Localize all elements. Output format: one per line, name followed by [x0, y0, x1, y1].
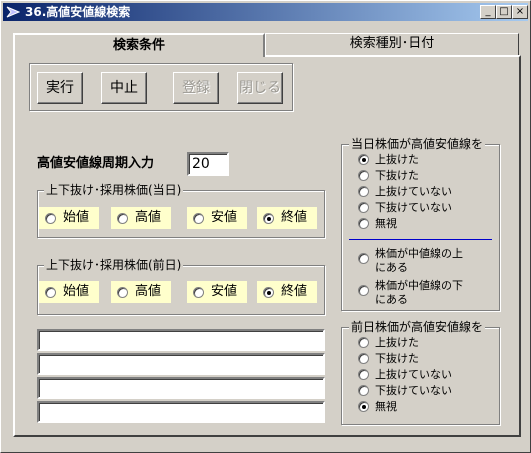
- today-price-radio-1[interactable]: [117, 213, 128, 224]
- register-button[interactable]: 登録: [173, 72, 219, 104]
- prev-line-radio-0[interactable]: [358, 337, 369, 348]
- memo-line-1[interactable]: [37, 329, 325, 351]
- midline-option-label[interactable]: にある: [375, 293, 408, 306]
- main-window: 36.高値安値線検索 _ □ × 検索条件 検索種別･日付 実行 中止 登録 閉…: [0, 0, 531, 453]
- prev-price-option-label: 始値: [63, 284, 90, 299]
- midline-radio-1[interactable]: [358, 285, 369, 296]
- today-price-option-1[interactable]: 高値: [111, 207, 171, 229]
- title-bar[interactable]: 36.高値安値線検索: [3, 3, 528, 21]
- prev-line-option-label[interactable]: 無視: [375, 400, 397, 413]
- prev-price-option-label: 終値: [281, 284, 308, 299]
- midline-option-label[interactable]: にある: [375, 261, 408, 274]
- memo-line-2[interactable]: [37, 353, 325, 375]
- today-line-radio-2[interactable]: [358, 186, 369, 197]
- prev-line-radio-3[interactable]: [358, 385, 369, 396]
- today-price-radio-2[interactable]: [193, 213, 204, 224]
- today-price-option-2[interactable]: 安値: [187, 207, 247, 229]
- midline-option-label[interactable]: 株価が中値線の下: [375, 279, 463, 292]
- prev-price-option-0[interactable]: 始値: [39, 281, 99, 303]
- midline-radio-0[interactable]: [358, 253, 369, 264]
- prev-line-legend: 前日株価が高値安値線を: [349, 320, 486, 334]
- today-price-option-label: 始値: [63, 210, 90, 225]
- prev-price-radio-2[interactable]: [193, 287, 204, 298]
- today-line-option-label[interactable]: 上抜けた: [375, 153, 419, 166]
- today-price-option-label: 終値: [281, 210, 308, 225]
- memo-line-4[interactable]: [37, 401, 325, 423]
- prev-price-option-2[interactable]: 安値: [187, 281, 247, 303]
- today-line-option-label[interactable]: 上抜けていない: [375, 185, 452, 198]
- window-title: 36.高値安値線検索: [25, 5, 131, 19]
- midline-option-label[interactable]: 株価が中値線の上: [375, 247, 463, 260]
- today-line-radio-3[interactable]: [358, 202, 369, 213]
- prev-line-radio-2[interactable]: [358, 369, 369, 380]
- maximize-button[interactable]: □: [496, 5, 512, 19]
- today-price-radio-0[interactable]: [45, 213, 56, 224]
- today-price-option-label: 高値: [135, 210, 162, 225]
- group-today-legend: 上下抜け･採用株価(当日): [44, 183, 184, 197]
- close-window-button[interactable]: ×: [512, 5, 528, 19]
- prev-price-radio-0[interactable]: [45, 287, 56, 298]
- close-button[interactable]: 閉じる: [237, 72, 283, 104]
- today-line-radio-4[interactable]: [358, 218, 369, 229]
- today-price-option-0[interactable]: 始値: [39, 207, 99, 229]
- today-price-radio-3[interactable]: [263, 213, 274, 224]
- stop-button[interactable]: 中止: [101, 72, 147, 104]
- period-label: 高値安値線周期入力: [37, 156, 155, 171]
- prev-price-option-label: 安値: [211, 284, 238, 299]
- prev-price-option-label: 高値: [135, 284, 162, 299]
- prev-line-option-label[interactable]: 下抜けた: [375, 352, 419, 365]
- today-line-option-label[interactable]: 無視: [375, 217, 397, 230]
- app-icon: [6, 6, 20, 18]
- prev-line-radio-1[interactable]: [358, 353, 369, 364]
- today-line-radio-0[interactable]: [358, 154, 369, 165]
- period-input[interactable]: 20: [187, 152, 229, 176]
- today-price-option-label: 安値: [211, 210, 238, 225]
- prev-line-option-label[interactable]: 上抜けていない: [375, 368, 452, 381]
- memo-line-3[interactable]: [37, 377, 325, 399]
- tab-search-conditions[interactable]: 検索条件: [13, 33, 265, 57]
- prev-price-option-1[interactable]: 高値: [111, 281, 171, 303]
- today-line-legend: 当日株価が高値安値線を: [349, 137, 486, 151]
- prev-price-radio-1[interactable]: [117, 287, 128, 298]
- prev-price-option-3[interactable]: 終値: [257, 281, 317, 303]
- today-price-option-3[interactable]: 終値: [257, 207, 317, 229]
- prev-line-option-label[interactable]: 下抜けていない: [375, 384, 452, 397]
- run-button[interactable]: 実行: [37, 72, 83, 104]
- prev-line-radio-4[interactable]: [358, 401, 369, 412]
- divider-line: [349, 239, 492, 240]
- group-prev-legend: 上下抜け･採用株価(前日): [44, 258, 184, 272]
- today-line-radio-1[interactable]: [358, 170, 369, 181]
- today-line-option-label[interactable]: 下抜けていない: [375, 201, 452, 214]
- prev-price-radio-3[interactable]: [263, 287, 274, 298]
- minimize-button[interactable]: _: [480, 5, 496, 19]
- tab-search-type-date[interactable]: 検索種別･日付: [265, 33, 519, 55]
- today-line-option-label[interactable]: 下抜けた: [375, 169, 419, 182]
- prev-line-option-label[interactable]: 上抜けた: [375, 336, 419, 349]
